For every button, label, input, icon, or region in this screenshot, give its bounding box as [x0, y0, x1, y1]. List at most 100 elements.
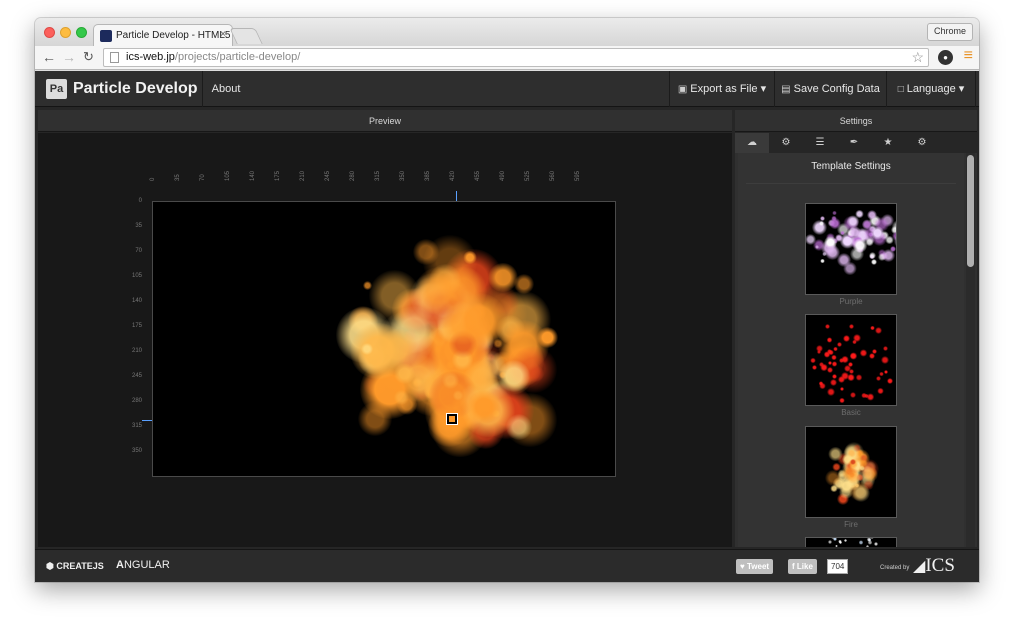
particle — [830, 484, 839, 493]
close-tab-icon[interactable]: × — [220, 29, 226, 40]
particle — [874, 542, 879, 547]
ruler-x-tick: 175 — [275, 170, 281, 181]
particle — [859, 349, 868, 358]
particle — [452, 389, 464, 401]
template-purple-thumbnail[interactable] — [805, 203, 897, 295]
particle — [855, 373, 863, 381]
angular-a-icon: A — [116, 559, 124, 571]
particle — [826, 387, 835, 396]
particle — [852, 483, 871, 502]
particle — [838, 540, 842, 544]
tab-title: Particle Develop - HTML5 — [116, 30, 231, 41]
maximize-window-button[interactable] — [76, 27, 87, 38]
ruler-x-tick: 385 — [425, 170, 431, 181]
ruler-x-tick: 315 — [375, 170, 381, 181]
browser-toolbar: ← → ↻ ics-web.jp/projects/particle-devel… — [35, 46, 979, 70]
ruler-x-tick: 525 — [525, 170, 531, 181]
template-purple-label: Purple — [839, 297, 863, 306]
particle — [833, 346, 838, 352]
emitter-handle[interactable] — [446, 413, 458, 425]
particle — [831, 373, 837, 380]
bookmark-star-icon[interactable]: ☆ — [911, 49, 924, 66]
particle — [886, 377, 894, 384]
browser-tab[interactable]: Particle Develop - HTML5 × — [93, 24, 233, 46]
save-label: Save Config Data — [793, 83, 880, 95]
url-host: ics-web.jp — [126, 51, 175, 63]
template-fire-thumbnail[interactable] — [805, 426, 897, 518]
particle — [832, 361, 838, 367]
tab-brush-icon[interactable]: ✒ — [837, 133, 871, 153]
createjs-logo[interactable]: ⬢ CREATEJS — [46, 561, 104, 572]
template-settings-title: Template Settings — [811, 161, 891, 172]
facebook-like-button[interactable]: f Like — [788, 559, 817, 574]
template-next-thumbnail[interactable] — [805, 537, 897, 547]
language-dropdown[interactable]: □ Language ▾ — [886, 71, 976, 107]
particle — [849, 226, 862, 239]
ruler-x-tick: 210 — [300, 170, 306, 181]
brand[interactable]: Pa Particle Develop — [46, 79, 198, 99]
particle — [497, 359, 530, 392]
ruler-x-tick: 70 — [200, 174, 206, 181]
new-tab-button[interactable] — [229, 28, 263, 44]
particle — [819, 382, 827, 390]
particle — [828, 447, 843, 462]
particle — [846, 215, 860, 228]
particle — [870, 325, 875, 331]
ruler-x-tick: 245 — [325, 170, 331, 181]
particle — [852, 238, 868, 253]
back-arrow-icon[interactable]: ← — [42, 49, 56, 65]
nav-about[interactable]: About — [202, 71, 249, 107]
language-icon: □ — [897, 84, 904, 95]
particle — [847, 373, 856, 382]
caret-down-icon: ▾ — [958, 83, 965, 95]
ics-mark-icon: ◢ — [913, 558, 926, 575]
ruler-y-tick: 0 — [138, 198, 142, 204]
particle — [829, 379, 837, 386]
preview-canvas[interactable] — [152, 201, 616, 477]
brand-name: Particle Develop — [73, 80, 198, 98]
ics-logo[interactable]: ◢ICS — [913, 555, 955, 577]
export-button[interactable]: ▣ Export as File ▾ — [669, 71, 774, 107]
ruler-x-tick: 35 — [175, 174, 181, 181]
extension-icon[interactable]: ● — [938, 50, 953, 65]
tab-sliders-icon[interactable]: ☰ — [803, 133, 837, 153]
browser-window: Particle Develop - HTML5 × Chrome ← → ↻ … — [35, 18, 979, 582]
forward-arrow-icon[interactable]: → — [62, 49, 76, 65]
tab-template-cloud-icon[interactable]: ☁ — [735, 133, 769, 153]
tweet-button[interactable]: ♥ Tweet — [736, 559, 774, 574]
particle — [862, 219, 872, 230]
particle — [822, 251, 827, 257]
settings-scrollbar[interactable] — [966, 153, 975, 547]
profile-button[interactable]: Chrome — [926, 23, 973, 41]
ruler-y-tick: 210 — [131, 348, 142, 354]
hamburger-menu-icon[interactable]: ≡ — [964, 47, 973, 65]
particle — [823, 351, 831, 358]
particle — [441, 302, 484, 345]
particle — [810, 358, 816, 364]
tab-emitter-gears-icon[interactable]: ⚙ — [769, 133, 803, 153]
preview-header: Preview — [38, 110, 732, 132]
minimize-window-button[interactable] — [60, 27, 71, 38]
save-config-button[interactable]: ▤ Save Config Data — [774, 71, 886, 107]
ics-label: ICS — [925, 555, 955, 576]
ruler-x-tick: 105 — [225, 170, 231, 181]
angular-logo[interactable]: ANGULAR — [116, 559, 170, 571]
created-by-label: Created by — [880, 565, 910, 571]
particle — [876, 375, 882, 381]
particle — [871, 348, 878, 355]
particle — [814, 244, 819, 250]
ruler-x-tick: 140 — [250, 170, 256, 181]
particle — [871, 259, 878, 266]
address-bar[interactable]: ics-web.jp/projects/particle-develop/ ☆ — [103, 48, 929, 67]
brand-logo-icon: Pa — [46, 79, 67, 99]
particle — [820, 258, 825, 264]
close-window-button[interactable] — [44, 27, 55, 38]
tab-gear-icon[interactable]: ⚙ — [905, 133, 939, 153]
reload-icon[interactable]: ↻ — [83, 49, 94, 65]
tab-star-icon[interactable]: ★ — [871, 133, 905, 153]
scrollbar-thumb[interactable] — [967, 155, 974, 267]
particle — [883, 346, 889, 352]
particle — [824, 324, 830, 330]
template-basic-thumbnail[interactable] — [805, 314, 897, 406]
particle — [866, 538, 872, 542]
